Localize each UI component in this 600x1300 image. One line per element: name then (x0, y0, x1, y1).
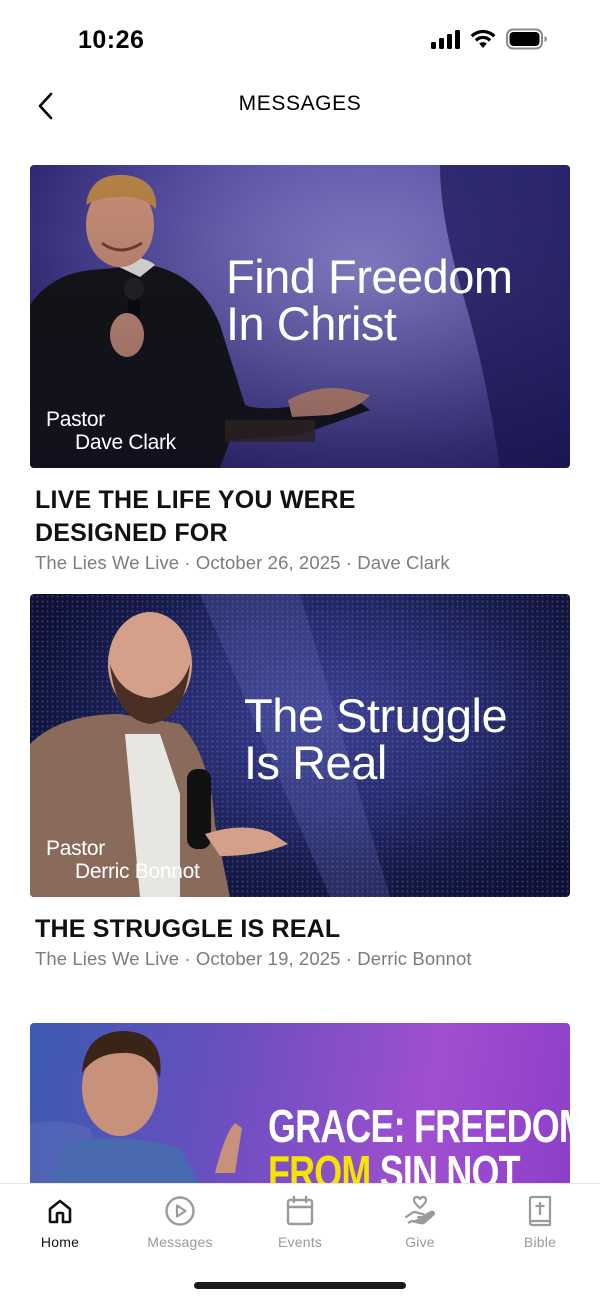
thumbnail-title-line1: GRACE: FREEDOM (268, 1100, 570, 1152)
thumbnail-speaker: Pastor Derric Bonnot (46, 837, 200, 883)
status-time: 10:26 (78, 26, 145, 54)
calendar-icon (283, 1194, 317, 1228)
tab-messages[interactable]: Messages (120, 1194, 240, 1256)
tab-label: Home (40, 1234, 80, 1250)
message-thumbnail: GRACE: FREEDOM FROM SIN NOT (30, 1023, 570, 1183)
thumbnail-title-line2: In Christ (226, 297, 397, 350)
tab-home[interactable]: Home (0, 1194, 120, 1256)
speaker-line1: Pastor (46, 837, 105, 860)
message-thumbnail: Find Freedom In Christ Pastor Dave Clark (30, 165, 570, 468)
page-title: MESSAGES (238, 92, 362, 115)
tab-events[interactable]: Events (240, 1194, 360, 1256)
nav-header: MESSAGES (0, 80, 600, 132)
home-indicator (194, 1282, 406, 1289)
speaker-line2: Derric Bonnot (75, 860, 200, 884)
tab-bible[interactable]: Bible (480, 1194, 600, 1256)
message-title: THE STRUGGLE IS REAL (35, 915, 341, 943)
thumbnail-title-line1: The Struggle (244, 689, 508, 742)
tab-label: Give (405, 1234, 435, 1250)
thumbnail-speaker: Pastor Dave Clark (46, 408, 176, 454)
give-hand-heart-icon (403, 1194, 437, 1228)
thumbnail-title-line2-rest: SIN NOT (370, 1146, 521, 1183)
tab-label: Bible (523, 1234, 557, 1250)
speaker-line1: Pastor (46, 408, 105, 431)
wifi-icon (470, 29, 496, 48)
play-icon (163, 1194, 197, 1228)
home-icon (43, 1194, 77, 1228)
message-title: LIVE THE LIFE YOU WERE DESIGNED FOR (35, 486, 356, 547)
cellular-signal-icon (431, 29, 460, 49)
bottom-tab-bar: Home Messages Events Give Bible (0, 1183, 600, 1300)
message-card[interactable]: The Struggle Is Real Pastor Derric Bonno… (30, 594, 570, 970)
speaker-line2: Dave Clark (75, 431, 176, 455)
messages-list[interactable]: Find Freedom In Christ Pastor Dave Clark… (0, 165, 600, 1183)
thumbnail-title-line2: Is Real (244, 736, 387, 789)
status-icons (431, 28, 548, 50)
message-meta: The Lies We Live · October 19, 2025 · De… (35, 948, 472, 969)
tab-label: Messages (147, 1234, 213, 1250)
bible-icon (523, 1194, 557, 1228)
thumbnail-title-line2-highlight: FROM (268, 1146, 371, 1183)
message-meta: The Lies We Live · October 26, 2025 · Da… (35, 552, 450, 573)
message-card[interactable]: Find Freedom In Christ Pastor Dave Clark… (30, 165, 570, 574)
status-bar: 10:26 (0, 0, 600, 80)
tab-give[interactable]: Give (360, 1194, 480, 1256)
thumbnail-title-line1: Find Freedom (226, 250, 513, 303)
message-card[interactable]: GRACE: FREEDOM FROM SIN NOT (30, 1023, 570, 1183)
battery-icon (506, 28, 547, 50)
tab-label: Events (278, 1234, 322, 1250)
message-thumbnail: The Struggle Is Real Pastor Derric Bonno… (30, 594, 570, 897)
